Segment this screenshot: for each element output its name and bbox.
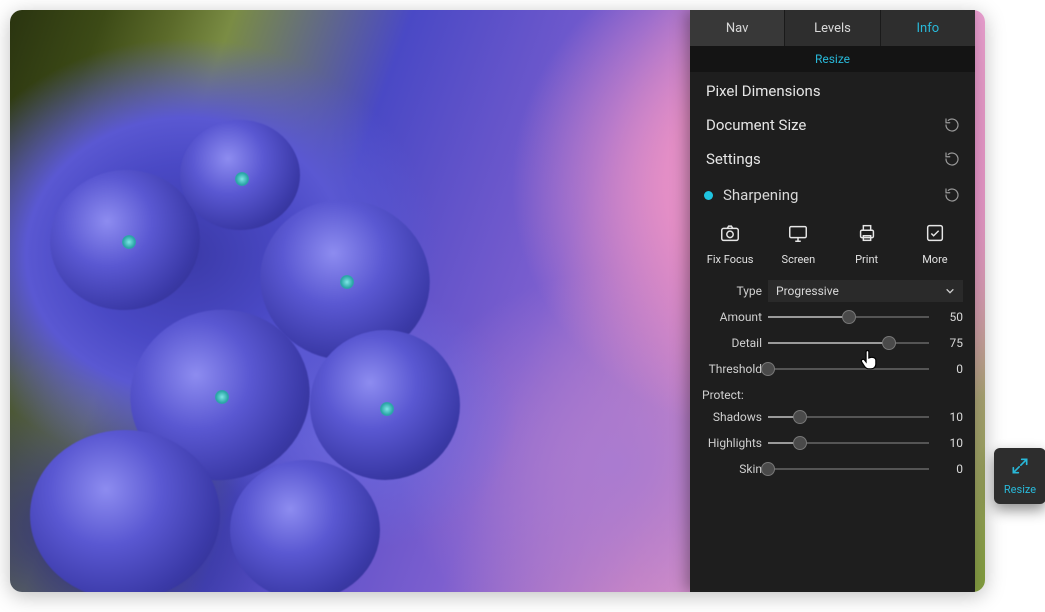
info-panel: Nav Levels Info Resize Pixel Dimensions … xyxy=(690,10,975,592)
section-settings[interactable]: Settings xyxy=(690,144,975,178)
section-pixel-dimensions[interactable]: Pixel Dimensions xyxy=(690,72,975,110)
resize-float-button[interactable]: Resize xyxy=(994,448,1045,504)
section-label: Pixel Dimensions xyxy=(706,82,821,100)
reset-icon[interactable] xyxy=(943,186,961,204)
slider-value: 0 xyxy=(929,362,963,376)
protect-label: Protect: xyxy=(690,382,975,404)
slider-label: Shadows xyxy=(690,410,768,424)
shadows-slider[interactable] xyxy=(768,406,929,428)
image-canvas[interactable]: Nav Levels Info Resize Pixel Dimensions … xyxy=(10,10,985,592)
slider-value: 10 xyxy=(929,436,963,450)
amount-slider[interactable] xyxy=(768,306,929,328)
detail-slider[interactable] xyxy=(768,332,929,354)
skin-slider[interactable] xyxy=(768,458,929,480)
preset-row: Fix Focus Screen Print More xyxy=(690,212,975,278)
type-label: Type xyxy=(690,284,768,298)
icon-label: More xyxy=(922,253,947,266)
check-box-icon xyxy=(924,222,946,247)
fix-focus-button[interactable]: Fix Focus xyxy=(700,222,760,266)
active-dot-icon xyxy=(704,191,713,200)
threshold-slider[interactable] xyxy=(768,358,929,380)
tab-info[interactable]: Info xyxy=(881,10,975,46)
printer-icon xyxy=(856,222,878,247)
slider-value: 50 xyxy=(929,310,963,324)
resize-icon xyxy=(1010,456,1030,479)
slider-value: 75 xyxy=(929,336,963,350)
icon-label: Screen xyxy=(782,253,816,266)
slider-value: 0 xyxy=(929,462,963,476)
reset-icon[interactable] xyxy=(943,116,961,134)
reset-icon[interactable] xyxy=(943,150,961,168)
print-button[interactable]: Print xyxy=(837,222,897,266)
more-button[interactable]: More xyxy=(905,222,965,266)
threshold-row: Threshold 0 xyxy=(690,356,975,382)
icon-label: Fix Focus xyxy=(707,253,754,266)
slider-value: 10 xyxy=(929,410,963,424)
icon-label: Print xyxy=(855,253,878,266)
section-sharpening[interactable]: Sharpening xyxy=(690,178,975,212)
section-label: Sharpening xyxy=(723,186,798,204)
chevron-down-icon xyxy=(945,286,955,296)
highlights-slider[interactable] xyxy=(768,432,929,454)
type-select[interactable]: Progressive xyxy=(768,280,963,302)
slider-label: Amount xyxy=(690,310,768,324)
monitor-icon xyxy=(787,222,809,247)
section-label: Document Size xyxy=(706,116,806,134)
camera-icon xyxy=(719,222,741,247)
detail-row: Detail 75 xyxy=(690,330,975,356)
tab-nav[interactable]: Nav xyxy=(690,10,785,46)
tab-levels[interactable]: Levels xyxy=(785,10,880,46)
shadows-row: Shadows 10 xyxy=(690,404,975,430)
slider-label: Skin xyxy=(690,462,768,476)
slider-label: Threshold xyxy=(690,362,768,376)
float-button-label: Resize xyxy=(1004,483,1036,496)
skin-row: Skin 0 xyxy=(690,456,975,482)
panel-tabs: Nav Levels Info xyxy=(690,10,975,46)
type-value: Progressive xyxy=(776,284,839,298)
section-document-size[interactable]: Document Size xyxy=(690,110,975,144)
type-row: Type Progressive xyxy=(690,278,975,304)
section-label: Settings xyxy=(706,150,761,168)
resize-header[interactable]: Resize xyxy=(690,46,975,72)
slider-label: Detail xyxy=(690,336,768,350)
amount-row: Amount 50 xyxy=(690,304,975,330)
highlights-row: Highlights 10 xyxy=(690,430,975,456)
slider-label: Highlights xyxy=(690,436,768,450)
screen-button[interactable]: Screen xyxy=(768,222,828,266)
